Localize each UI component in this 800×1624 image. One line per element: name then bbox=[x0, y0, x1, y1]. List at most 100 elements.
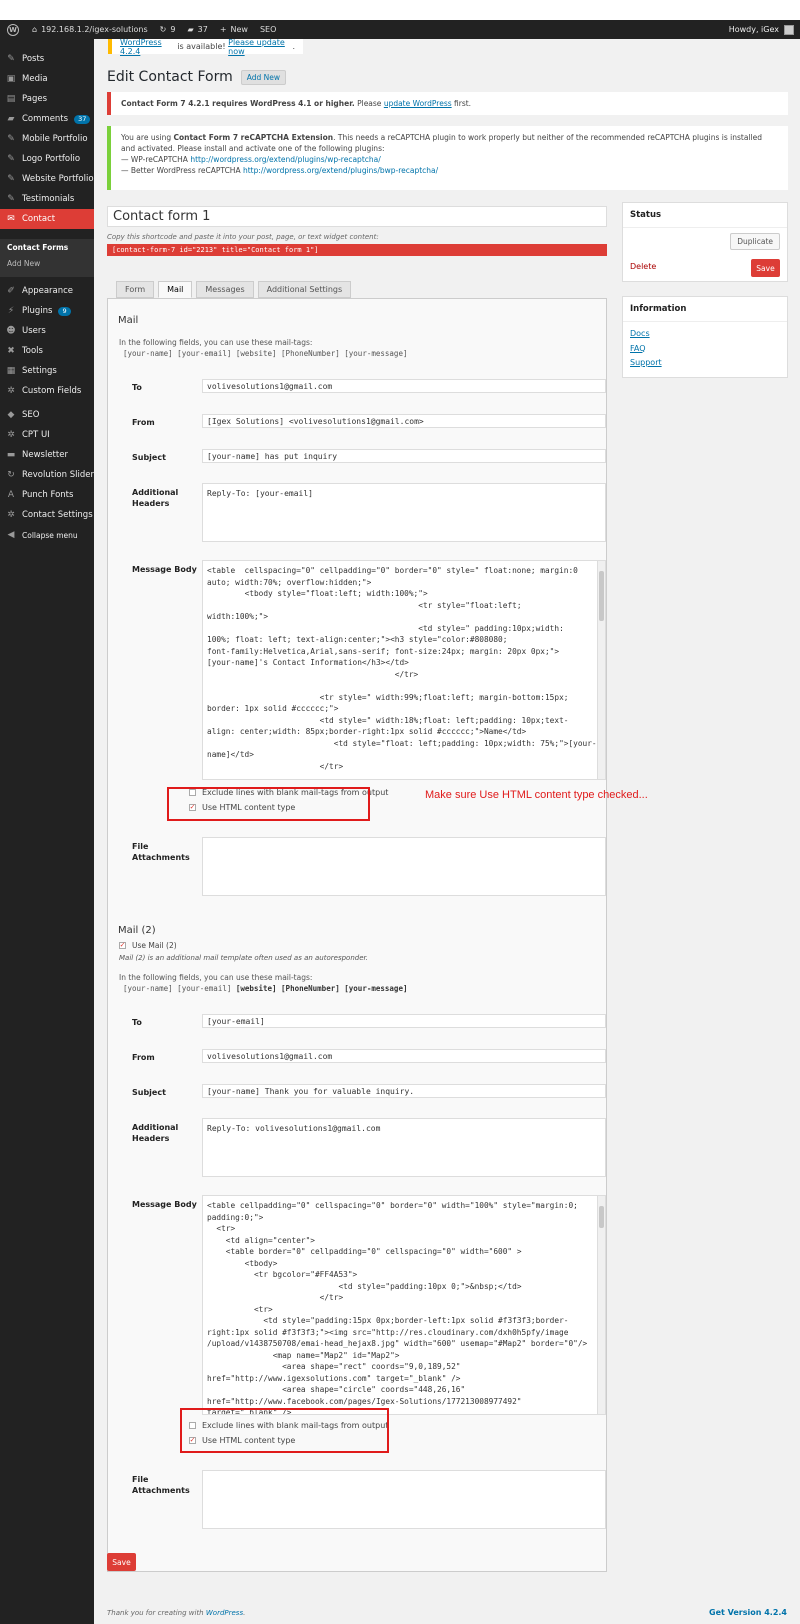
comments-link[interactable]: ▰ 37 bbox=[181, 20, 213, 39]
mail-tags: [your-name] [your-email] [website] [Phon… bbox=[123, 349, 408, 358]
mail-to-input[interactable]: volivesolutions1@gmail.com bbox=[202, 379, 606, 393]
sidebar-item-seo[interactable]: ◆ SEO bbox=[0, 405, 94, 425]
highlight-box-mail bbox=[167, 787, 370, 821]
mail2-help: In the following fields, you can use the… bbox=[119, 973, 313, 982]
use-mail2-checkbox[interactable]: ✓ Use Mail (2) bbox=[119, 941, 177, 950]
sidebar-item-label: Revolution Slider bbox=[22, 470, 94, 480]
mail-body-textarea[interactable]: <table cellspacing="0" cellpadding="0" b… bbox=[202, 560, 606, 780]
label-subject: Subject bbox=[132, 453, 166, 462]
tab-messages[interactable]: Messages bbox=[196, 281, 254, 298]
wp-recaptcha-link[interactable]: http://wordpress.org/extend/plugins/wp-r… bbox=[190, 155, 380, 164]
sidebar-item-posts[interactable]: ✎ Posts bbox=[0, 49, 94, 69]
comment-icon: ▰ bbox=[187, 25, 194, 34]
sidebar-item-settings[interactable]: ▦ Settings bbox=[0, 361, 94, 381]
wordpress-logo-icon[interactable]: W bbox=[0, 20, 26, 39]
plus-icon: + bbox=[219, 25, 227, 34]
sidebar-item-revolution-slider[interactable]: ↻ Revolution Slider bbox=[0, 465, 94, 485]
submenu-contact-forms[interactable]: Contact Forms bbox=[0, 239, 94, 255]
sidebar-item-newsletter[interactable]: ▬ Newsletter bbox=[0, 445, 94, 465]
seo-link[interactable]: SEO bbox=[254, 20, 282, 39]
update-wordpress-link[interactable]: update WordPress bbox=[384, 99, 452, 108]
sidebar-item-media[interactable]: ▣ Media bbox=[0, 69, 94, 89]
tab-additional-settings[interactable]: Additional Settings bbox=[257, 281, 352, 298]
mail2-headers-textarea[interactable]: Reply-To: volivesolutions1@gmail.com bbox=[202, 1118, 606, 1177]
label-to: To bbox=[132, 383, 142, 392]
sidebar-item-custom-fields[interactable]: ✲ Custom Fields bbox=[0, 381, 94, 401]
plug-icon: ⚡ bbox=[7, 306, 15, 316]
sidebar-item-collapse-menu[interactable]: ◀ Collapse menu bbox=[0, 525, 94, 545]
count-badge: 9 bbox=[58, 306, 71, 316]
sidebar-item-cpt-ui[interactable]: ✲ CPT UI bbox=[0, 425, 94, 445]
mail2-attachments-textarea[interactable] bbox=[202, 1470, 606, 1529]
sidebar-item-website-portfolio[interactable]: ✎ Website Portfolio bbox=[0, 169, 94, 189]
delete-link[interactable]: Delete bbox=[630, 262, 656, 271]
sidebar-item-label: Appearance bbox=[22, 286, 74, 296]
mail2-body-scrollbar[interactable] bbox=[597, 1196, 605, 1414]
contact-submenu: Contact Forms Add New bbox=[0, 239, 94, 277]
docs-link[interactable]: Docs bbox=[630, 327, 662, 342]
sidebar-item-label: Collapse menu bbox=[22, 530, 78, 540]
mail-panel: Mail In the following fields, you can us… bbox=[107, 298, 607, 1572]
update-nag: WordPress 4.2.4 is available! Please upd… bbox=[108, 38, 303, 56]
add-new-button[interactable]: Add New bbox=[240, 69, 287, 85]
bwp-recaptcha-link[interactable]: http://wordpress.org/extend/plugins/bwp-… bbox=[243, 166, 438, 175]
newsletter-icon: ▬ bbox=[6, 450, 16, 460]
mail2-body-textarea[interactable]: <table cellpadding="0" cellspacing="0" b… bbox=[202, 1195, 606, 1415]
new-content-link[interactable]: + New bbox=[214, 20, 254, 39]
sidebar-item-users[interactable]: ☻ Users bbox=[0, 321, 94, 341]
sidebar-item-pages[interactable]: ▤ Pages bbox=[0, 89, 94, 109]
sidebar-item-contact-settings[interactable]: ✲ Contact Settings bbox=[0, 505, 94, 525]
submenu-add-new[interactable]: Add New bbox=[0, 255, 94, 271]
form-title-input[interactable]: Contact form 1 bbox=[107, 206, 607, 227]
support-link[interactable]: Support bbox=[630, 356, 662, 371]
account-link[interactable]: Howdy, iGex bbox=[729, 24, 800, 35]
sidebar-item-logo-portfolio[interactable]: ✎ Logo Portfolio bbox=[0, 149, 94, 169]
sidebar-item-plugins[interactable]: ⚡ Plugins 9 bbox=[0, 301, 94, 321]
shortcode-display[interactable]: [contact-form-7 id="2213" title="Contact… bbox=[107, 244, 607, 256]
tab-mail[interactable]: Mail bbox=[158, 281, 193, 298]
page-title: Edit Contact Form Add New bbox=[107, 69, 287, 85]
updates-link[interactable]: ↻ 9 bbox=[154, 20, 182, 39]
annotation-text: Make sure Use HTML content type checked.… bbox=[425, 789, 648, 801]
update-now-link[interactable]: Please update now bbox=[228, 38, 292, 56]
mail2-label-to: To bbox=[132, 1018, 142, 1027]
pages-icon: ▤ bbox=[6, 94, 16, 104]
wordpress-version-link[interactable]: WordPress 4.2.4 bbox=[120, 38, 175, 56]
sidebar-item-label: Testimonials bbox=[22, 194, 75, 204]
save-button-bottom[interactable]: Save bbox=[107, 1553, 136, 1571]
mail-headers-textarea[interactable]: Reply-To: [your-email] bbox=[202, 483, 606, 542]
sidebar-item-punch-fonts[interactable]: A Punch Fonts bbox=[0, 485, 94, 505]
sidebar-item-comments[interactable]: ▰ Comments 37 bbox=[0, 109, 94, 129]
sidebar-item-mobile-portfolio[interactable]: ✎ Mobile Portfolio bbox=[0, 129, 94, 149]
site-name-link[interactable]: ⌂ 192.168.1.2/igex-solutions bbox=[26, 20, 154, 39]
label-file-attachments: File Attachments bbox=[132, 842, 190, 862]
mail-attachments-textarea[interactable] bbox=[202, 837, 606, 896]
sidebar-item-label: Plugins bbox=[22, 306, 53, 316]
status-box: Status Duplicate Delete Save bbox=[622, 202, 788, 282]
mail2-to-input[interactable]: [your-email] bbox=[202, 1014, 606, 1028]
sidebar-item-label: Custom Fields bbox=[22, 386, 82, 396]
tab-form[interactable]: Form bbox=[116, 281, 155, 298]
faq-link[interactable]: FAQ bbox=[630, 342, 662, 357]
duplicate-button[interactable]: Duplicate bbox=[730, 233, 780, 250]
sidebar-item-contact[interactable]: ✉ Contact bbox=[0, 209, 94, 229]
check-icon: ✓ bbox=[119, 941, 126, 949]
sidebar-item-testimonials[interactable]: ✎ Testimonials bbox=[0, 189, 94, 209]
user-icon: ☻ bbox=[6, 326, 16, 336]
mail-subject-input[interactable]: [your-name] has put inquiry bbox=[202, 449, 606, 463]
get-version-link[interactable]: Get Version 4.2.4 bbox=[709, 1608, 787, 1617]
wrench-icon: ✖ bbox=[7, 346, 15, 356]
mail2-subject-input[interactable]: [your-name] Thank you for valuable inqui… bbox=[202, 1084, 606, 1098]
sidebar-item-label: Newsletter bbox=[22, 450, 68, 460]
sidebar-item-appearance[interactable]: ✐ Appearance bbox=[0, 281, 94, 301]
sidebar-item-tools[interactable]: ✖ Tools bbox=[0, 341, 94, 361]
save-button-status[interactable]: Save bbox=[751, 259, 780, 277]
sidebar-item-label: Settings bbox=[22, 366, 57, 376]
label-message-body: Message Body bbox=[132, 565, 197, 574]
mail-from-input[interactable]: [Igex Solutions] <volivesolutions1@gmail… bbox=[202, 414, 606, 428]
label-additional-headers: Additional Headers bbox=[132, 488, 179, 508]
pin-icon: ✎ bbox=[7, 174, 15, 184]
mail2-from-input[interactable]: volivesolutions1@gmail.com bbox=[202, 1049, 606, 1063]
wordpress-link[interactable]: WordPress bbox=[206, 1609, 243, 1617]
mail-body-scrollbar[interactable] bbox=[597, 561, 605, 779]
